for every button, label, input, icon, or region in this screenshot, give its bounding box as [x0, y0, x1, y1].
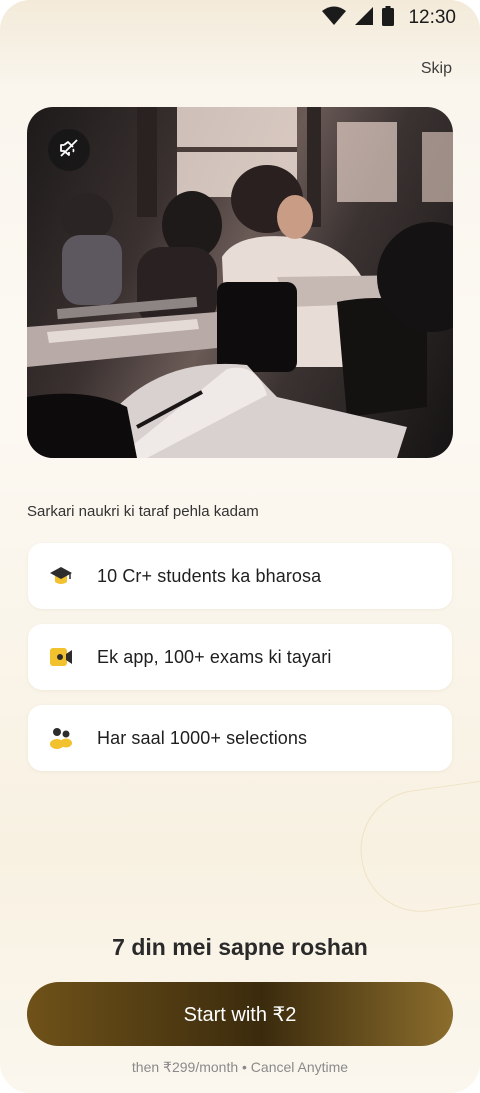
signal-icon — [354, 6, 374, 31]
hero-video[interactable] — [27, 107, 453, 458]
people-icon — [49, 726, 73, 750]
feature-card-selections: Har saal 1000+ selections — [28, 705, 452, 771]
pricing-fine-print: then ₹299/month • Cancel Anytime — [131, 1059, 349, 1075]
graduation-cap-icon — [49, 564, 73, 588]
feature-label: Har saal 1000+ selections — [97, 727, 308, 748]
status-time: 12:30 — [408, 7, 456, 28]
battery-icon — [382, 5, 395, 31]
wifi-icon — [322, 6, 347, 31]
feature-card-students: 10 Cr+ students ka bharosa — [28, 543, 452, 609]
video-camera-icon — [49, 645, 73, 669]
feature-card-exams: Ek app, 100+ exams ki tayari — [28, 624, 452, 690]
tagline: Sarkari naukri ki taraf pehla kadam — [27, 503, 259, 520]
classroom-photo — [27, 107, 453, 458]
skip-button[interactable]: Skip — [421, 60, 452, 78]
start-trial-label: Start with ₹2 — [183, 1003, 297, 1026]
mute-button[interactable] — [48, 129, 90, 171]
feature-label: 10 Cr+ students ka bharosa — [97, 565, 322, 586]
start-trial-button[interactable]: Start with ₹2 — [27, 982, 453, 1046]
feature-label: Ek app, 100+ exams ki tayari — [97, 646, 332, 667]
status-bar: 12:30 — [0, 0, 480, 36]
headline: 7 din mei sapne roshan — [112, 934, 368, 960]
speaker-muted-icon — [58, 137, 80, 164]
onboarding-screen: 12:30 Skip Sarkari naukri ki taraf pehla… — [0, 0, 480, 1093]
